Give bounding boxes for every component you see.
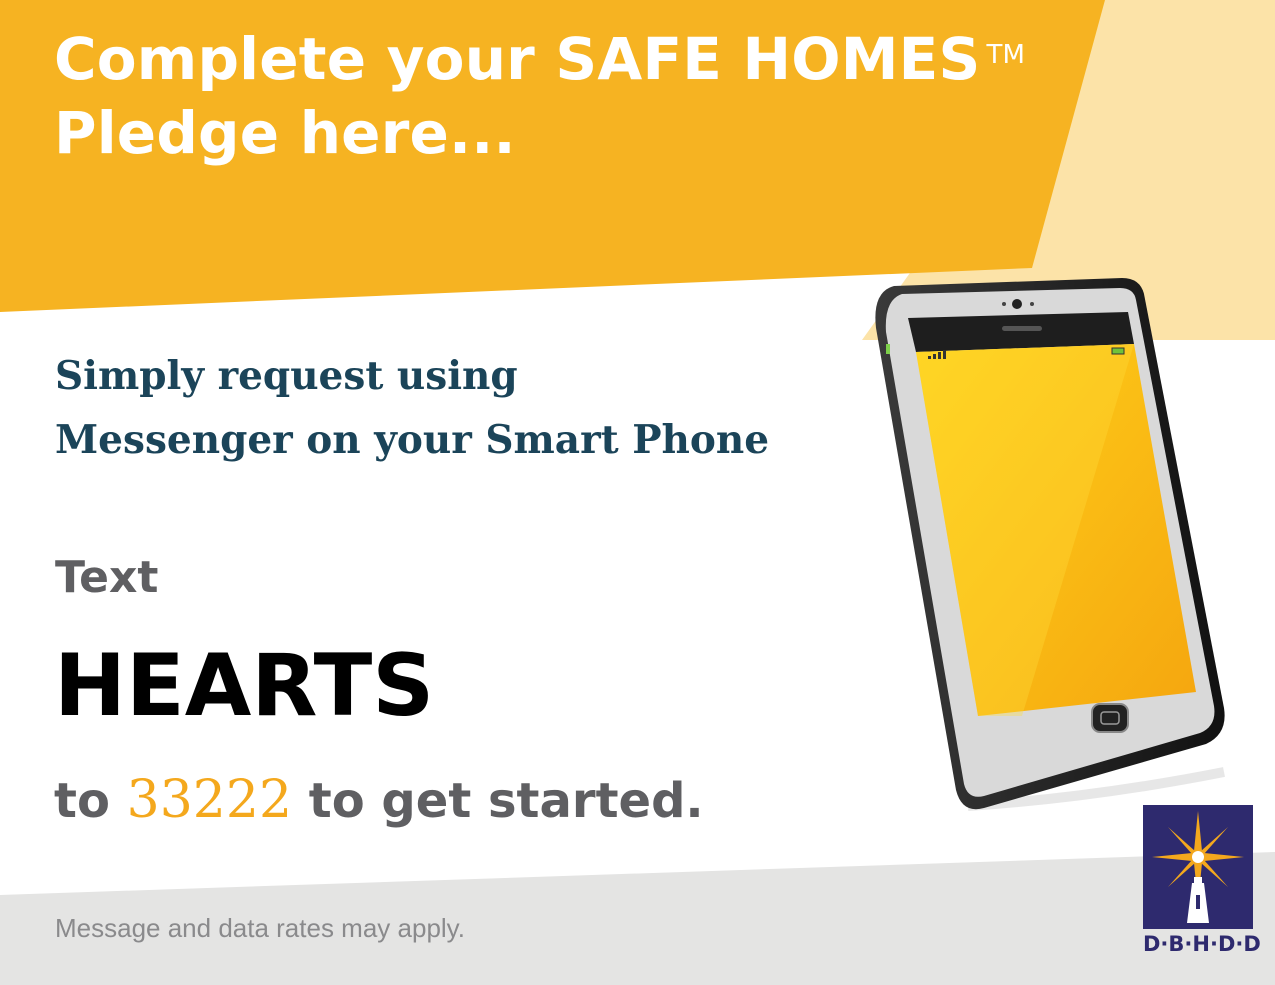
to-word: to — [54, 773, 110, 829]
subhead: Simply request using Messenger on your S… — [55, 344, 769, 472]
keyword-hearts: HEARTS — [54, 636, 435, 736]
smartphone-icon — [875, 278, 1225, 811]
logo-wordmark: D·B·H·D·D — [1143, 932, 1261, 956]
subhead-line1: Simply request using — [55, 353, 518, 399]
headline-line2: Pledge here... — [54, 99, 516, 167]
cta-suffix: to get started. — [308, 773, 704, 829]
disclaimer: Message and data rates may apply. — [55, 913, 465, 943]
headline-line1: Complete your SAFE HOMES — [54, 25, 981, 93]
star-lighthouse-icon — [1143, 805, 1253, 929]
headline: Complete your SAFE HOMES TM Pledge here..… — [54, 22, 1025, 170]
short-code-number: 33222 — [126, 770, 293, 830]
call-to-action: to 33222 to get started. — [54, 768, 704, 833]
text-label: Text — [55, 552, 159, 603]
trademark-symbol: TM — [986, 40, 1026, 70]
subhead-line2: Messenger on your Smart Phone — [55, 417, 770, 463]
